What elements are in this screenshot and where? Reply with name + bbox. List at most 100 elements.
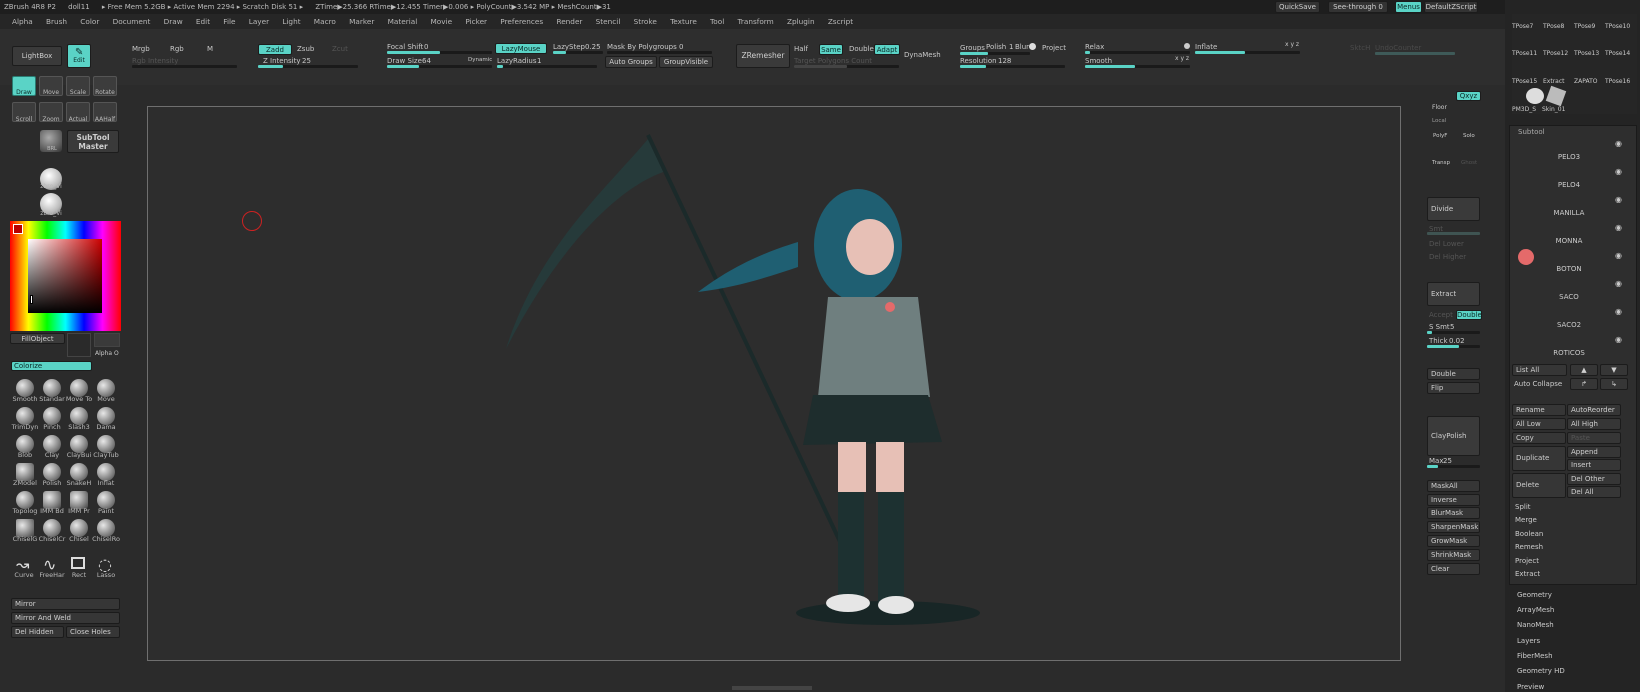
menus-button[interactable]: Menus <box>1395 1 1422 13</box>
arrow-up-icon[interactable]: ▲ <box>1570 364 1598 376</box>
thick-slider[interactable] <box>1427 345 1480 348</box>
fibermesh-section[interactable]: FiberMesh <box>1517 652 1553 660</box>
fill-object-button[interactable]: FillObject <box>10 333 65 344</box>
remesh-menu[interactable]: Remesh <box>1515 543 1543 551</box>
rgb-toggle[interactable]: Rgb <box>170 45 184 53</box>
layers-section[interactable]: Layers <box>1517 637 1540 645</box>
adapt-toggle[interactable]: Adapt <box>874 44 900 55</box>
clear-mask-button[interactable]: Clear <box>1427 563 1480 575</box>
menu-zplugin[interactable]: Zplugin <box>787 14 815 29</box>
undo-slider[interactable] <box>1375 52 1455 55</box>
mirror-and-weld-button[interactable]: Mirror And Weld <box>11 612 120 624</box>
texture-slot-icon[interactable] <box>67 333 91 357</box>
inflate-slider[interactable] <box>1195 51 1300 54</box>
tool-thumb-label[interactable]: TPose15 <box>1512 78 1537 85</box>
tool-thumb-label[interactable]: TPose7 <box>1512 23 1533 30</box>
del-hidden-button[interactable]: Del Hidden <box>11 626 64 638</box>
pm3d-label[interactable]: PM3D_S <box>1512 106 1536 113</box>
lazymouse-button[interactable]: LazyMouse <box>495 43 547 54</box>
floor-button[interactable]: Floor <box>1432 104 1447 111</box>
move-down-icon[interactable]: ↳ <box>1600 378 1628 390</box>
sharpenmask-button[interactable]: SharpenMask <box>1427 521 1480 533</box>
subtool-master-button[interactable]: SubTool Master <box>67 130 119 153</box>
rgb-intensity-track[interactable] <box>132 65 237 68</box>
menu-document[interactable]: Document <box>113 14 151 29</box>
menu-texture[interactable]: Texture <box>670 14 697 29</box>
menu-stroke[interactable]: Stroke <box>634 14 657 29</box>
menu-macro[interactable]: Macro <box>314 14 336 29</box>
duplicate-button[interactable]: Duplicate <box>1512 446 1566 471</box>
lightbox-button[interactable]: LightBox <box>12 46 62 66</box>
document-canvas[interactable] <box>147 106 1401 661</box>
geometry-hd-section[interactable]: Geometry HD <box>1517 667 1565 675</box>
tool-thumb-label[interactable]: TPose8 <box>1543 23 1564 30</box>
groups-toggle[interactable]: Groups <box>960 44 985 52</box>
all-low-button[interactable]: All Low <box>1512 418 1566 430</box>
append-button[interactable]: Append <box>1567 446 1621 458</box>
menu-picker[interactable]: Picker <box>465 14 487 29</box>
eye-icon[interactable]: ◉ <box>1615 335 1622 344</box>
auto-groups-button[interactable]: Auto Groups <box>605 56 657 68</box>
blurmask-button[interactable]: BlurMask <box>1427 507 1480 519</box>
extract-menu[interactable]: Extract <box>1515 570 1540 578</box>
auto-collapse-button[interactable]: Auto Collapse <box>1514 380 1562 388</box>
project-menu[interactable]: Project <box>1515 557 1539 565</box>
flip-button[interactable]: Flip <box>1427 382 1480 394</box>
delete-button[interactable]: Delete <box>1512 473 1566 498</box>
lazystep-slider[interactable] <box>553 51 603 54</box>
bottom-shelf-handle[interactable] <box>732 686 812 690</box>
quicksave-button[interactable]: QuickSave <box>1275 1 1320 13</box>
half-toggle[interactable]: Half <box>794 45 808 53</box>
tool-thumb-label[interactable]: TPose9 <box>1574 23 1595 30</box>
s-smt-slider[interactable] <box>1427 331 1480 334</box>
eye-icon[interactable]: ◉ <box>1615 167 1622 176</box>
menu-preferences[interactable]: Preferences <box>500 14 543 29</box>
target-polygons-slider[interactable] <box>794 65 899 68</box>
smt-slider[interactable] <box>1427 232 1480 235</box>
del-all-button[interactable]: Del All <box>1567 486 1621 498</box>
eye-icon[interactable]: ◉ <box>1615 279 1622 288</box>
menu-zscript[interactable]: Zscript <box>828 14 853 29</box>
geometry-section[interactable]: Geometry <box>1517 591 1552 599</box>
extract-button[interactable]: Extract <box>1427 282 1480 306</box>
inflate-axis-icon[interactable]: x y z <box>1285 41 1299 48</box>
max-slider[interactable] <box>1427 465 1480 468</box>
z-intensity-slider[interactable] <box>258 65 358 68</box>
merge-menu[interactable]: Merge <box>1515 516 1537 524</box>
project-toggle[interactable]: Project <box>1042 44 1066 52</box>
move-up-icon[interactable]: ↱ <box>1570 378 1598 390</box>
subtool-item[interactable]: PELO3 ◉ <box>1512 137 1626 164</box>
rgb-intensity-slider[interactable]: Rgb Intensity <box>132 57 178 65</box>
groupvisible-button[interactable]: GroupVisible <box>659 56 713 68</box>
zremesher-button[interactable]: ZRemesher <box>736 44 790 68</box>
smooth-axis-icon[interactable]: x y z <box>1175 55 1189 62</box>
relax-dot-icon[interactable] <box>1184 43 1190 49</box>
alpha-slot-icon[interactable] <box>94 333 120 347</box>
menu-file[interactable]: File <box>223 14 235 29</box>
tool-thumb-label[interactable]: TPose13 <box>1574 50 1599 57</box>
m-toggle[interactable]: M <box>207 45 213 53</box>
growmask-button[interactable]: GrowMask <box>1427 535 1480 547</box>
claypolish-button[interactable]: ClayPolish <box>1427 416 1480 456</box>
subtool-item[interactable]: BOTON ◉ <box>1512 249 1626 276</box>
main-color-swatch[interactable] <box>13 224 23 234</box>
character-model[interactable] <box>498 127 998 627</box>
menu-light[interactable]: Light <box>282 14 300 29</box>
eye-icon[interactable]: ◉ <box>1615 223 1622 232</box>
subtool-item[interactable]: ROTICOS ◉ <box>1512 333 1626 360</box>
zsub-button[interactable]: Zsub <box>297 45 314 53</box>
menu-material[interactable]: Material <box>388 14 418 29</box>
resolution-slider[interactable] <box>960 65 1065 68</box>
nanomesh-section[interactable]: NanoMesh <box>1517 621 1554 629</box>
menu-marker[interactable]: Marker <box>349 14 374 29</box>
double-toggle-extract[interactable]: Double <box>1456 310 1482 320</box>
zadd-button[interactable]: Zadd <box>258 44 292 55</box>
accept-button[interactable]: Accept <box>1429 311 1453 319</box>
subtool-item[interactable]: SACO2 ◉ <box>1512 305 1626 332</box>
menu-alpha[interactable]: Alpha <box>12 14 33 29</box>
menu-edit[interactable]: Edit <box>196 14 210 29</box>
close-holes-button[interactable]: Close Holes <box>66 626 120 638</box>
menu-movie[interactable]: Movie <box>430 14 452 29</box>
insert-button[interactable]: Insert <box>1567 459 1621 471</box>
ghost-button[interactable]: Ghost <box>1461 160 1477 166</box>
